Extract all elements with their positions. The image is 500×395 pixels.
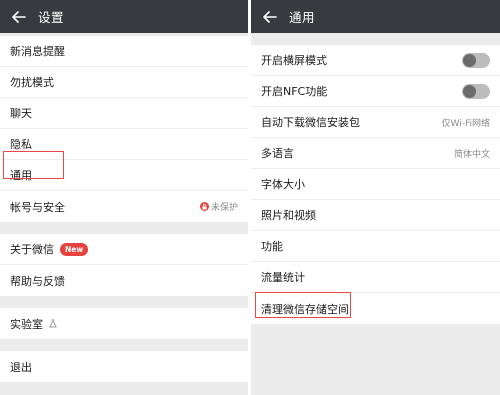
- item-label: 清理微信存储空间: [261, 302, 349, 316]
- settings-header: 设置: [0, 0, 248, 33]
- nfc-toggle[interactable]: [462, 83, 490, 99]
- page-title: 设置: [38, 10, 65, 25]
- settings-item-new-message[interactable]: 新消息提醒: [0, 36, 248, 67]
- settings-group-4: 退出: [0, 351, 248, 382]
- general-item-clear-storage[interactable]: 清理微信存储空间: [251, 293, 500, 324]
- item-label: 照片和视频: [261, 209, 316, 222]
- settings-item-account-security[interactable]: 帐号与安全 未保护: [0, 191, 248, 222]
- arrow-left-icon: [263, 10, 277, 23]
- item-label: 自动下载微信安装包: [261, 116, 360, 129]
- general-list: 开启横屏模式 开启NFC功能 自动下载微信安装包 仅Wi-Fi网络 多语言 简体…: [251, 45, 500, 324]
- toggle-knob: [463, 53, 476, 67]
- account-status: 未保护: [199, 200, 238, 213]
- settings-item-privacy[interactable]: 隐私: [0, 129, 248, 160]
- status-text: 未保护: [210, 203, 238, 213]
- general-panel: 通用 开启横屏模式 开启NFC功能 自动下载微信安装包 仅Wi-Fi网络 多语言…: [251, 0, 500, 395]
- item-label: 开启横屏模式: [261, 54, 327, 67]
- item-label: 帐号与安全: [10, 200, 65, 214]
- general-item-photos-videos[interactable]: 照片和视频: [251, 200, 500, 231]
- item-label: 功能: [261, 240, 283, 253]
- general-item-auto-download[interactable]: 自动下载微信安装包 仅Wi-Fi网络: [251, 107, 500, 138]
- landscape-toggle[interactable]: [462, 52, 490, 68]
- general-item-landscape[interactable]: 开启横屏模式: [251, 45, 500, 76]
- item-label: 开启NFC功能: [261, 85, 328, 98]
- settings-item-help[interactable]: 帮助与反馈: [0, 265, 248, 296]
- settings-item-logout[interactable]: 退出: [0, 351, 248, 382]
- item-label: 流量统计: [261, 271, 305, 284]
- item-label: 字体大小: [261, 178, 305, 191]
- general-item-nfc[interactable]: 开启NFC功能: [251, 76, 500, 107]
- page-title: 通用: [289, 10, 316, 25]
- item-label: 聊天: [10, 107, 32, 120]
- settings-group-1: 新消息提醒 勿扰模式 聊天 隐私 通用 帐号与安全 未保护: [0, 36, 248, 222]
- item-label: 实验室: [10, 317, 43, 331]
- lock-icon: [199, 202, 209, 211]
- settings-item-chat[interactable]: 聊天: [0, 98, 248, 129]
- general-header: 通用: [251, 0, 500, 33]
- settings-group-3: 实验室: [0, 308, 248, 339]
- general-item-data-usage[interactable]: 流量统计: [251, 262, 500, 293]
- item-label: 退出: [10, 360, 32, 374]
- general-item-language[interactable]: 多语言 简体中文: [251, 138, 500, 169]
- item-label: 多语言: [261, 147, 294, 160]
- toggle-knob: [463, 84, 476, 98]
- lab-icon: [49, 319, 57, 328]
- settings-group-2: 关于微信 New 帮助与反馈: [0, 234, 248, 296]
- item-label: 帮助与反馈: [10, 274, 65, 288]
- item-label: 隐私: [10, 138, 32, 151]
- back-button[interactable]: [251, 0, 289, 33]
- item-label: 关于微信: [10, 243, 54, 256]
- settings-item-about[interactable]: 关于微信 New: [0, 234, 248, 265]
- item-label: 新消息提醒: [10, 45, 65, 58]
- arrow-left-icon: [12, 10, 26, 23]
- new-badge: New: [60, 242, 89, 256]
- general-item-font-size[interactable]: 字体大小: [251, 169, 500, 200]
- settings-item-dnd[interactable]: 勿扰模式: [0, 67, 248, 98]
- item-value: 简体中文: [453, 149, 490, 160]
- general-item-features[interactable]: 功能: [251, 231, 500, 262]
- item-value: 仅Wi-Fi网络: [441, 118, 490, 129]
- item-label: 通用: [10, 169, 32, 182]
- back-button[interactable]: [0, 0, 38, 33]
- settings-item-lab[interactable]: 实验室: [0, 308, 248, 339]
- item-label: 勿扰模式: [10, 76, 54, 89]
- settings-item-general[interactable]: 通用: [0, 160, 248, 191]
- settings-panel: 设置 新消息提醒 勿扰模式 聊天 隐私 通用 帐号与安全 未保护 关于微信 Ne…: [0, 0, 248, 395]
